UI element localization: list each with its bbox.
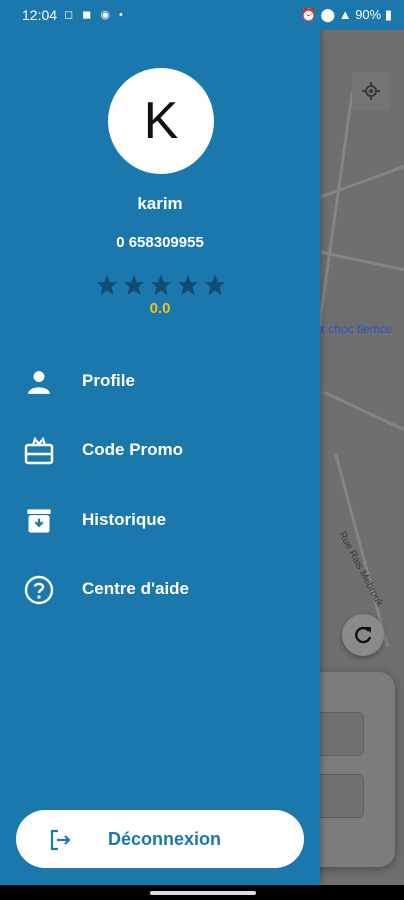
star-icon bbox=[96, 274, 118, 296]
logout-icon bbox=[50, 829, 71, 851]
notification-icons: ◻ ◼ ◉ • bbox=[64, 9, 126, 21]
star-icon bbox=[177, 274, 199, 296]
menu-item-label: Historique bbox=[82, 510, 167, 529]
map-road bbox=[323, 391, 404, 432]
navigation-drawer: K karim 0 658309955 0.0 Profile Code Pro… bbox=[0, 30, 320, 885]
map-road bbox=[320, 250, 404, 273]
rating-value: 0.0 bbox=[149, 300, 171, 317]
user-name: karim bbox=[137, 194, 183, 213]
location-icon: ⬤ bbox=[320, 7, 336, 22]
home-gesture-handle[interactable] bbox=[150, 891, 256, 895]
system-navigation-bar bbox=[0, 885, 404, 900]
status-time: 12:04 bbox=[22, 7, 58, 23]
star-icon bbox=[123, 274, 145, 296]
menu-item-label: Code Promo bbox=[82, 440, 184, 459]
battery-percentage: 90% bbox=[355, 7, 382, 22]
user-phone: 0 658309955 bbox=[116, 234, 204, 251]
status-right: ⏰ ⬤ ▲ 90% ▮ bbox=[301, 7, 392, 23]
signal-icon: ▲ bbox=[338, 7, 352, 22]
crosshair-icon bbox=[362, 82, 380, 100]
battery-icon: ▮ bbox=[384, 7, 392, 22]
avatar[interactable]: K bbox=[108, 68, 214, 174]
rating-stars bbox=[96, 274, 226, 298]
map-street-label: x choc tlemce bbox=[319, 322, 393, 336]
gift-card-icon bbox=[24, 436, 54, 466]
person-icon bbox=[24, 367, 54, 397]
logout-button[interactable]: Déconnexion bbox=[16, 810, 304, 868]
refresh-button[interactable] bbox=[342, 614, 384, 656]
star-icon bbox=[150, 274, 172, 296]
refresh-icon bbox=[355, 626, 372, 644]
menu-item-centre-aide[interactable]: Centre d'aide bbox=[0, 561, 320, 617]
logout-label: Déconnexion bbox=[108, 829, 222, 849]
map-road bbox=[320, 164, 404, 199]
menu-item-historique[interactable]: Historique bbox=[0, 492, 320, 548]
help-circle-icon bbox=[24, 575, 54, 605]
star-icon bbox=[204, 274, 226, 296]
alarm-icon: ⏰ bbox=[300, 7, 317, 22]
status-bar: 12:04 ◻ ◼ ◉ • ⏰ ⬤ ▲ 90% ▮ bbox=[0, 0, 404, 30]
menu-item-code-promo[interactable]: Code Promo bbox=[0, 422, 320, 478]
menu-item-label: Profile bbox=[82, 371, 135, 390]
archive-icon bbox=[24, 506, 54, 536]
my-location-button[interactable] bbox=[352, 72, 390, 110]
menu-item-profile[interactable]: Profile bbox=[0, 353, 320, 409]
menu-item-label: Centre d'aide bbox=[82, 579, 190, 598]
